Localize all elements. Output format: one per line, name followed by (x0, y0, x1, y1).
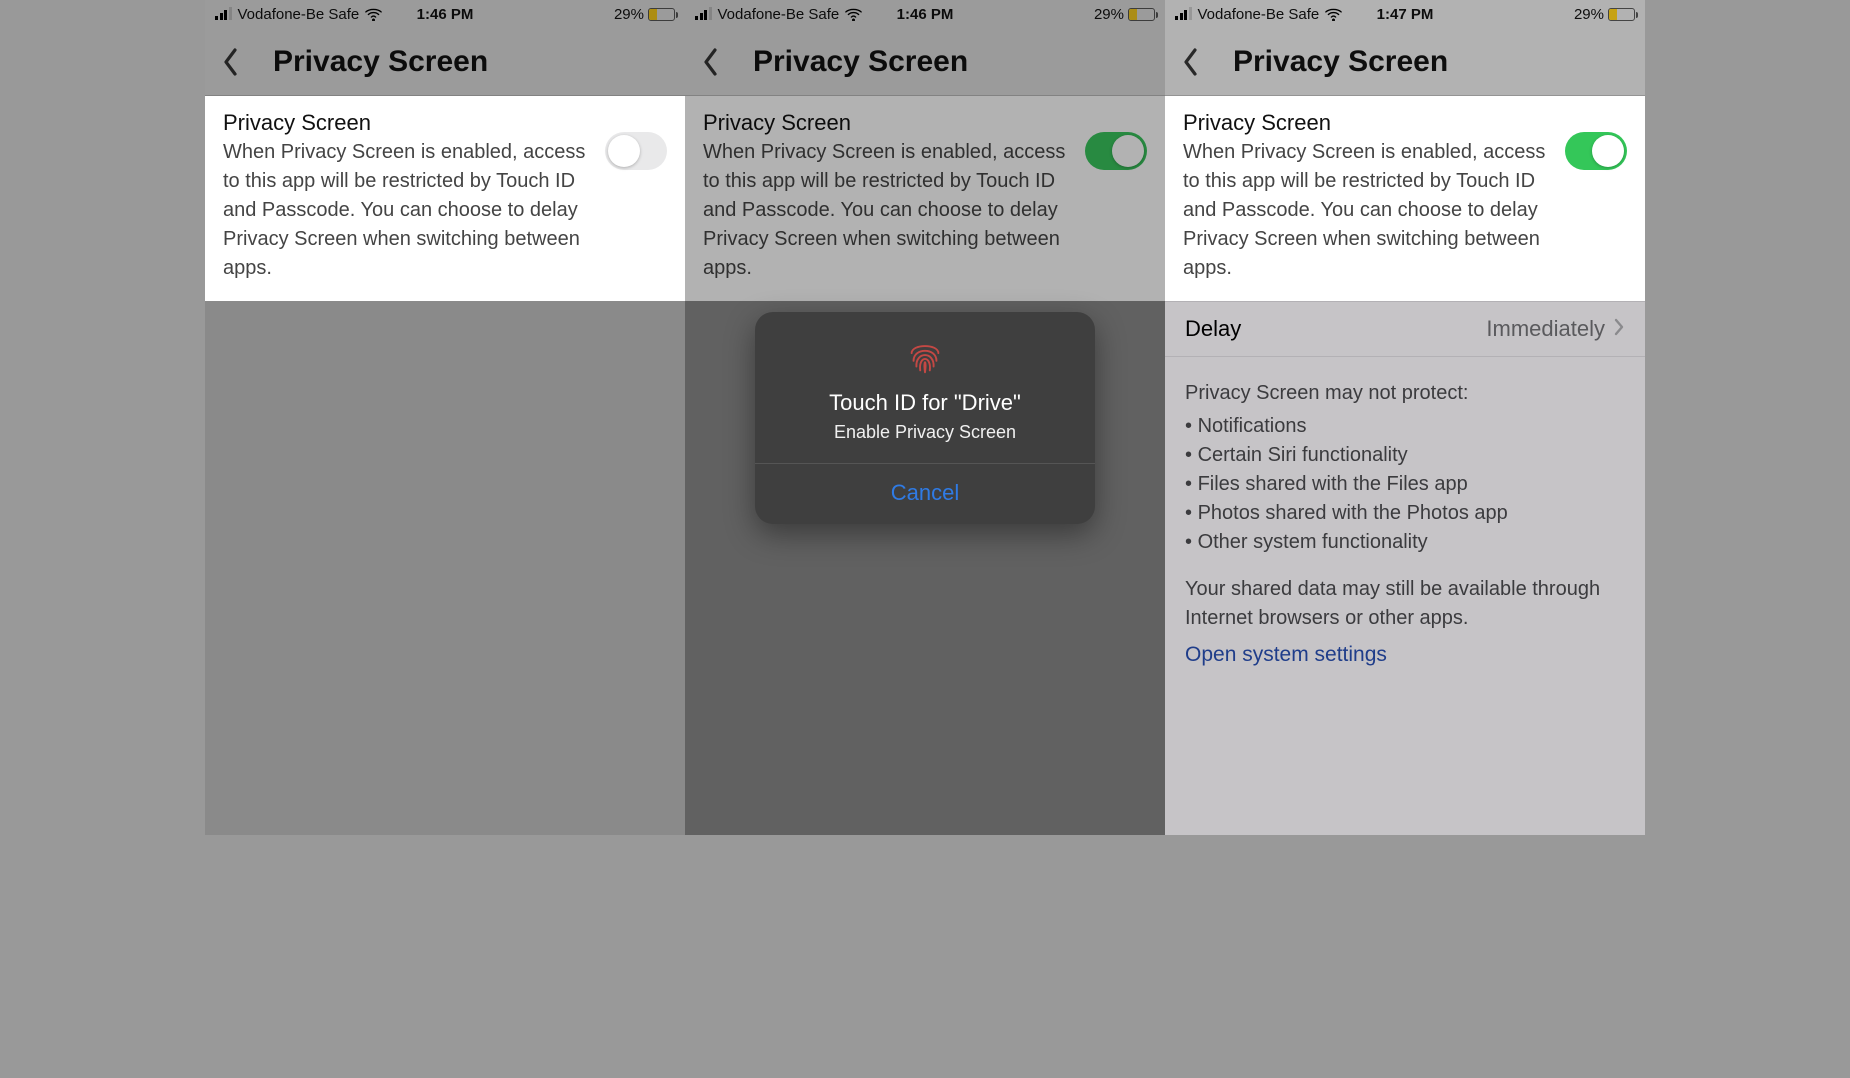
wifi-icon (1325, 8, 1342, 21)
page-title: Privacy Screen (753, 45, 968, 79)
privacy-screen-toggle[interactable] (1565, 132, 1627, 170)
battery-percent: 29% (614, 6, 644, 23)
info-item: Files shared with the Files app (1185, 470, 1625, 499)
info-item: Notifications (1185, 412, 1625, 441)
back-button[interactable] (703, 47, 723, 77)
modal-subtitle: Enable Privacy Screen (755, 422, 1095, 463)
delay-row[interactable]: Delay Immediately (1165, 301, 1645, 357)
info-heading: Privacy Screen may not protect: (1185, 379, 1625, 408)
nav-bar: Privacy Screen (685, 28, 1165, 96)
status-time: 1:46 PM (417, 6, 474, 23)
signal-icon (695, 8, 712, 20)
cancel-button[interactable]: Cancel (755, 464, 1095, 524)
setting-title: Privacy Screen (223, 110, 591, 136)
signal-icon (1175, 8, 1192, 20)
status-time: 1:47 PM (1377, 6, 1434, 23)
nav-bar: Privacy Screen (205, 28, 685, 96)
screen-3: Vodafone-Be Safe 1:47 PM 29% Privacy Scr… (1165, 0, 1645, 835)
carrier-label: Vodafone-Be Safe (718, 6, 840, 23)
open-system-settings-link[interactable]: Open system settings (1165, 643, 1645, 685)
privacy-screen-toggle[interactable] (605, 132, 667, 170)
nav-bar: Privacy Screen (1165, 28, 1645, 96)
back-button[interactable] (1183, 47, 1203, 77)
status-bar: Vodafone-Be Safe 1:47 PM 29% (1165, 0, 1645, 28)
back-button[interactable] (223, 47, 243, 77)
wifi-icon (845, 8, 862, 21)
battery-percent: 29% (1094, 6, 1124, 23)
screen-1: Vodafone-Be Safe 1:46 PM 29% Privacy Scr… (205, 0, 685, 835)
setting-description: When Privacy Screen is enabled, access t… (223, 138, 591, 283)
battery-percent: 29% (1574, 6, 1604, 23)
delay-label: Delay (1185, 316, 1241, 342)
empty-area (205, 301, 685, 835)
carrier-label: Vodafone-Be Safe (1198, 6, 1320, 23)
setting-description: When Privacy Screen is enabled, access t… (703, 138, 1071, 283)
setting-title: Privacy Screen (703, 110, 1071, 136)
battery-icon (1608, 8, 1635, 21)
info-item: Photos shared with the Photos app (1185, 499, 1625, 528)
info-footer: Your shared data may still be available … (1185, 575, 1625, 633)
status-time: 1:46 PM (897, 6, 954, 23)
modal-title: Touch ID for "Drive" (755, 390, 1095, 422)
page-title: Privacy Screen (273, 45, 488, 79)
signal-icon (215, 8, 232, 20)
info-block: Privacy Screen may not protect: Notifica… (1165, 357, 1645, 643)
chevron-right-icon (1613, 316, 1625, 342)
screen-2: Vodafone-Be Safe 1:46 PM 29% Privacy Scr… (685, 0, 1165, 835)
wifi-icon (365, 8, 382, 21)
setting-description: When Privacy Screen is enabled, access t… (1183, 138, 1551, 283)
privacy-screen-setting: Privacy Screen When Privacy Screen is en… (685, 96, 1165, 301)
delay-value: Immediately (1486, 316, 1605, 342)
info-item: Other system functionality (1185, 528, 1625, 557)
page-title: Privacy Screen (1233, 45, 1448, 79)
status-bar: Vodafone-Be Safe 1:46 PM 29% (205, 0, 685, 28)
carrier-label: Vodafone-Be Safe (238, 6, 360, 23)
battery-icon (1128, 8, 1155, 21)
privacy-screen-setting: Privacy Screen When Privacy Screen is en… (205, 96, 685, 301)
setting-title: Privacy Screen (1183, 110, 1551, 136)
battery-icon (648, 8, 675, 21)
fingerprint-icon (904, 336, 946, 378)
status-bar: Vodafone-Be Safe 1:46 PM 29% (685, 0, 1165, 28)
info-item: Certain Siri functionality (1185, 441, 1625, 470)
touch-id-modal: Touch ID for "Drive" Enable Privacy Scre… (755, 312, 1095, 524)
privacy-screen-setting: Privacy Screen When Privacy Screen is en… (1165, 96, 1645, 301)
privacy-screen-toggle[interactable] (1085, 132, 1147, 170)
info-list: Notifications Certain Siri functionality… (1185, 412, 1625, 557)
